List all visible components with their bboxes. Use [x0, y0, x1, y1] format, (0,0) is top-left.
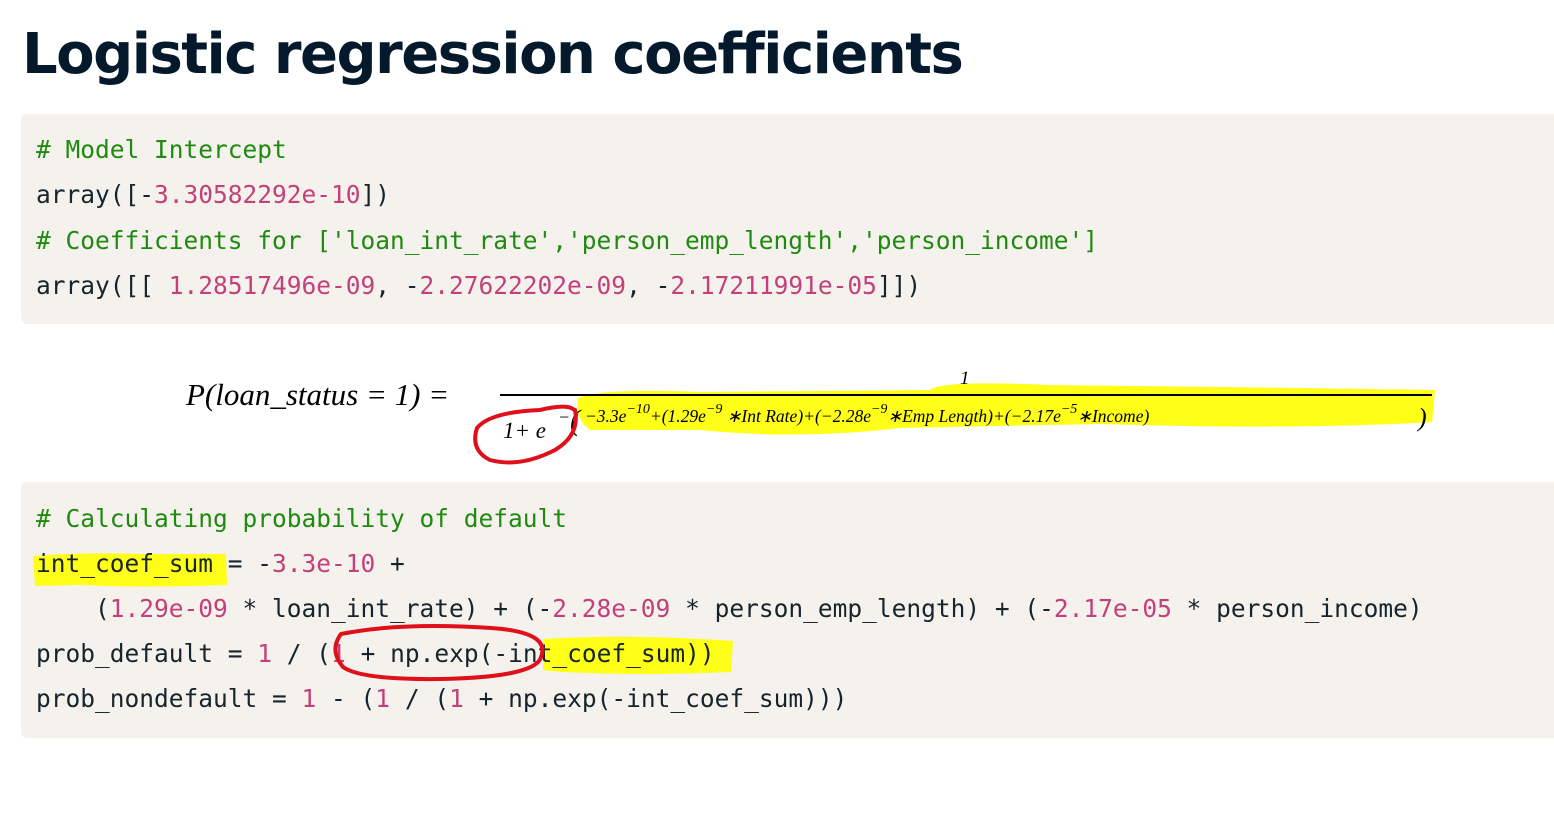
code-number: 2.27622202e-09: [419, 271, 627, 300]
code-line: int_coef_sum = -3.3e-10 +: [36, 549, 405, 579]
code-block-coefficients: # Model Intercept array([-3.30582292e-10…: [21, 114, 1554, 324]
code-number: 1: [257, 639, 273, 668]
formula-numerator: 1: [960, 368, 970, 389]
code-text: + np.exp(-int_coef_sum))): [463, 684, 848, 713]
code-number: 3.3e-10: [272, 549, 376, 578]
probability-formula: P(loan_status = 1) = 1 1+ e − ( −3.3e−10…: [0, 350, 1554, 470]
code-number: 2.17e-05: [1053, 594, 1172, 623]
code-line: array([-3.30582292e-10]): [36, 180, 390, 210]
code-line: # Coefficients for ['loan_int_rate','per…: [36, 226, 1098, 256]
code-text: prob_default =: [36, 639, 258, 668]
formula-minus: −: [558, 407, 570, 427]
code-number: 1: [375, 684, 391, 713]
code-text: * loan_int_rate) + (-: [227, 594, 553, 623]
formula-paren-open: (: [570, 404, 582, 437]
code-text: (: [36, 594, 110, 623]
code-text: * person_emp_length) + (-: [670, 594, 1054, 623]
code-line: (1.29e-09 * loan_int_rate) + (-2.28e-09 …: [36, 594, 1423, 624]
code-text: / (: [390, 684, 450, 713]
code-text: , -: [626, 271, 671, 300]
code-text: array([[: [36, 271, 169, 300]
code-block-probability: # Calculating probability of default int…: [21, 482, 1554, 738]
annotation-circle: [473, 404, 578, 465]
formula-lhs: P(loan_status = 1) =: [185, 377, 449, 412]
formula-graphic: P(loan_status = 1) = 1 1+ e − ( −3.3e−10…: [185, 368, 1435, 465]
code-number: 2.17211991e-05: [670, 271, 877, 300]
code-text: +: [375, 549, 405, 578]
code-text: / (: [272, 639, 332, 668]
code-number: 1: [301, 684, 317, 713]
code-text: )): [685, 639, 715, 668]
code-text: ]]): [876, 271, 922, 300]
code-text: prob_nondefault =: [36, 684, 302, 713]
formula-paren-close: ): [1416, 403, 1427, 432]
code-comment: # Calculating probability of default: [36, 504, 568, 533]
code-comment: # Coefficients for ['loan_int_rate','per…: [36, 226, 1099, 255]
code-line: # Model Intercept: [36, 135, 287, 165]
code-line: prob_default = 1 / (1 + np.exp(-int_coef…: [36, 639, 715, 669]
code-text: + np.exp(-: [345, 639, 509, 668]
code-number: 3.30582292e-10: [154, 180, 361, 209]
code-text: int_coef_sum: [508, 639, 686, 668]
code-line: prob_nondefault = 1 - (1 / (1 + np.exp(-…: [36, 684, 847, 714]
code-number: 1.29e-09: [109, 594, 228, 623]
formula-denominator-base: 1+ e: [503, 418, 546, 443]
code-number: 1: [331, 639, 346, 668]
code-line: # Calculating probability of default: [36, 504, 567, 534]
code-text: array([-: [36, 180, 155, 209]
code-text: - (: [316, 684, 376, 713]
page-title: Logistic regression coefficients: [22, 22, 964, 87]
code-text: int_coef_sum: [36, 549, 214, 578]
highlight-mark: [577, 383, 1435, 435]
formula-exponent: −3.3e−10+(1.29e−9 ∗Int Rate)+(−2.28e−9∗E…: [585, 402, 1149, 426]
code-comment: # Model Intercept: [36, 135, 287, 164]
code-text: ]): [360, 180, 391, 209]
code-text: , -: [375, 271, 420, 300]
code-text: * person_income): [1171, 594, 1423, 623]
code-text: = -: [213, 549, 273, 578]
code-number: 1.28517496e-09: [168, 271, 376, 300]
code-number: 2.28e-09: [552, 594, 671, 623]
code-number: 1: [449, 684, 464, 713]
code-line: array([[ 1.28517496e-09, -2.27622202e-09…: [36, 271, 921, 301]
